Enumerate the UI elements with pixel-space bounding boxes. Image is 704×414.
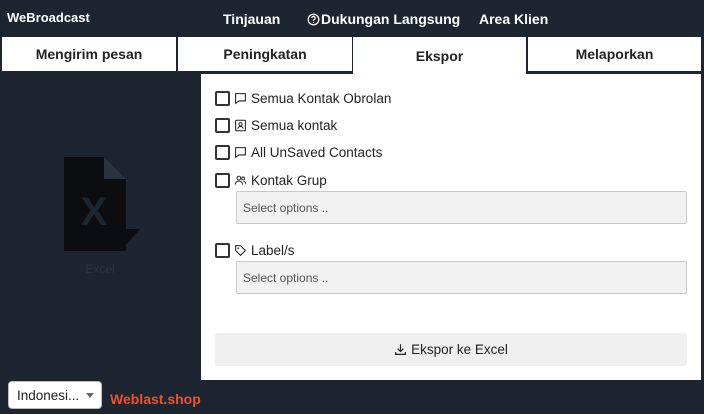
language-value: Indonesi... (17, 387, 80, 403)
site-link[interactable]: Weblast.shop (110, 391, 201, 407)
nav-link-label: Tinjauan (223, 11, 281, 27)
nav-link-live-support[interactable]: Dukungan Langsung (307, 10, 460, 28)
option-labels[interactable]: Label/s (215, 240, 295, 260)
chevron-down-icon (86, 393, 94, 398)
unsaved-contacts-checkbox[interactable] (215, 144, 230, 160)
option-label: All UnSaved Contacts (251, 144, 383, 160)
option-label: Semua kontak (251, 117, 338, 133)
group-contacts-checkbox[interactable] (215, 172, 230, 188)
tab-send-message[interactable]: Mengirim pesan (1, 36, 177, 73)
tab-label: Peningkatan (223, 46, 307, 62)
select-placeholder: Select options .. (243, 270, 329, 285)
group-select[interactable]: Select options .. (236, 191, 687, 224)
brand-logo-text[interactable]: WeBroadcast (7, 10, 90, 25)
button-label: Ekspor ke Excel (411, 342, 508, 357)
tab-label: Ekspor (415, 47, 464, 64)
main-tabs: Mengirim pesan Peningkatan Ekspor Melapo… (0, 36, 704, 74)
language-select[interactable]: Indonesi... (8, 381, 102, 409)
contact-card-icon (235, 119, 246, 131)
sidebar-caption: Excel (85, 262, 115, 276)
top-navbar: WeBroadcast Tinjauan Dukungan Langsung A… (0, 0, 704, 36)
excel-export-icon: X (64, 157, 140, 251)
svg-text:X: X (81, 190, 108, 234)
option-label: Semua Kontak Obrolan (251, 90, 392, 106)
option-unsaved-contacts[interactable]: All UnSaved Contacts (215, 142, 382, 162)
option-all-contacts[interactable]: Semua kontak (215, 115, 337, 135)
nav-link-client-area[interactable]: Area Klien (479, 10, 548, 28)
people-icon (234, 175, 247, 185)
select-placeholder: Select options .. (243, 200, 329, 215)
tab-export[interactable]: Ekspor (352, 36, 527, 74)
question-circle-icon (307, 13, 320, 25)
nav-link-label: Area Klien (479, 11, 549, 27)
tag-icon (235, 244, 247, 256)
option-group-contacts[interactable]: Kontak Grup (215, 170, 327, 190)
labels-checkbox[interactable] (215, 242, 230, 258)
export-to-excel-button[interactable]: Ekspor ke Excel (215, 333, 687, 366)
option-all-chat-contacts[interactable]: Semua Kontak Obrolan (215, 88, 391, 108)
nav-link-overview[interactable]: Tinjauan (223, 10, 280, 28)
download-icon (395, 344, 407, 355)
all-chat-contacts-checkbox[interactable] (215, 90, 230, 106)
label-select[interactable]: Select options .. (236, 261, 687, 294)
tab-report[interactable]: Melaporkan (527, 36, 702, 73)
chat-bubble-icon (235, 92, 246, 104)
option-label: Label/s (251, 242, 295, 258)
chat-bubble-icon (235, 146, 246, 158)
nav-link-label: Dukungan Langsung (321, 11, 461, 27)
tab-label: Melaporkan (575, 46, 654, 62)
all-contacts-checkbox[interactable] (215, 117, 230, 133)
export-panel: Semua Kontak Obrolan Semua kontak All Un… (201, 74, 701, 380)
tab-label: Mengirim pesan (35, 46, 143, 62)
tab-upgrade[interactable]: Peningkatan (177, 36, 353, 73)
option-label: Kontak Grup (251, 172, 327, 188)
